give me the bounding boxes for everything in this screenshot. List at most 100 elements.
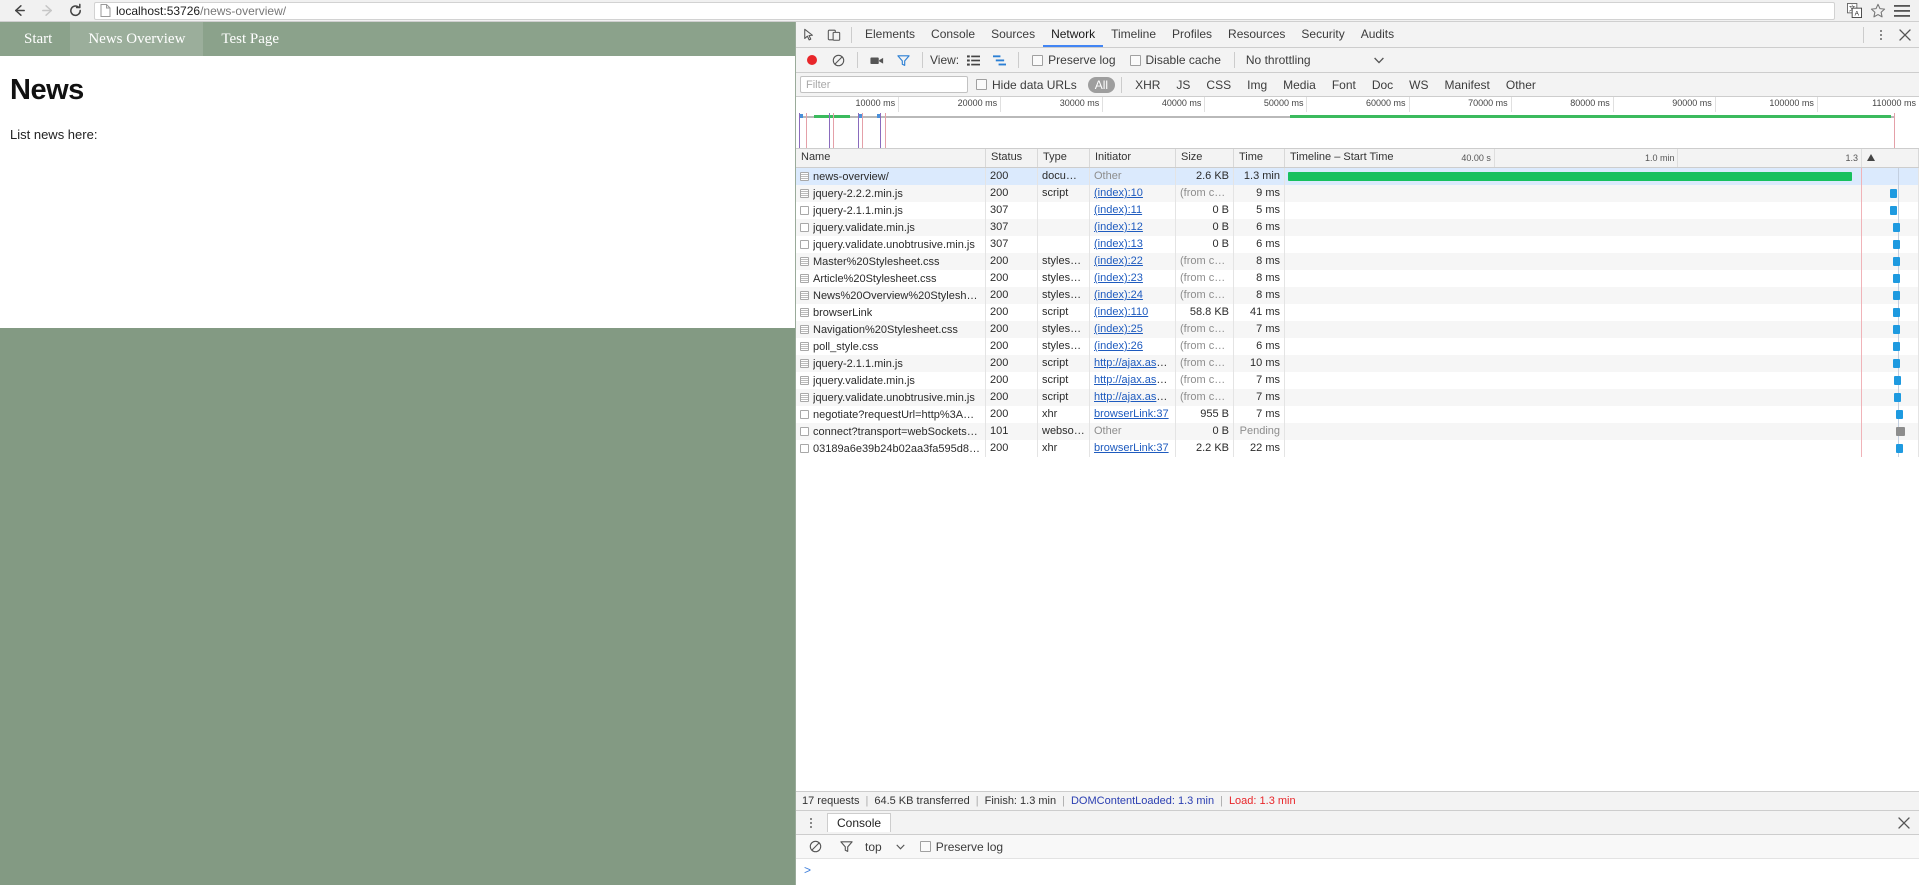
nav-tab-test-page[interactable]: Test Page xyxy=(203,22,297,56)
hide-data-urls-box[interactable] xyxy=(976,79,987,90)
resource-type-icon[interactable] xyxy=(800,359,809,368)
throttling-select-label[interactable]: No throttling xyxy=(1246,53,1311,67)
waterfall-bar[interactable] xyxy=(1893,325,1900,334)
resource-type-icon[interactable] xyxy=(800,393,809,402)
cell-name[interactable]: jquery.validate.min.js xyxy=(796,372,986,389)
waterfall-bar[interactable] xyxy=(1896,427,1905,436)
initiator-link[interactable]: (index):26 xyxy=(1094,340,1143,352)
initiator-link[interactable]: (index):24 xyxy=(1094,289,1143,301)
resource-type-icon[interactable] xyxy=(800,172,809,181)
filter-input[interactable] xyxy=(800,76,968,93)
tab-profiles[interactable]: Profiles xyxy=(1164,22,1220,47)
table-row[interactable]: Master%20Stylesheet.css200stylesheet(ind… xyxy=(796,253,1919,270)
star-icon[interactable] xyxy=(1867,1,1889,21)
resource-type-icon[interactable] xyxy=(800,274,809,283)
filter-chip-other[interactable]: Other xyxy=(1499,77,1543,93)
disable-cache-box[interactable] xyxy=(1130,55,1141,66)
table-row[interactable]: poll_style.css200stylesheet(index):26(fr… xyxy=(796,338,1919,355)
preserve-log-checkbox[interactable]: Preserve log xyxy=(1032,53,1115,67)
forward-button[interactable] xyxy=(34,1,60,21)
filter-funnel-icon[interactable] xyxy=(834,835,858,859)
table-row[interactable]: browserLink200script(index):11058.8 KB41… xyxy=(796,304,1919,321)
initiator-link[interactable]: (index):25 xyxy=(1094,323,1143,335)
table-row[interactable]: 03189a6e39b24b02aa3fa595d848…200xhrbrows… xyxy=(796,440,1919,457)
cell-name[interactable]: 03189a6e39b24b02aa3fa595d848… xyxy=(796,440,986,457)
waterfall-bar[interactable] xyxy=(1893,308,1901,317)
resource-type-icon[interactable] xyxy=(800,325,809,334)
filter-funnel-icon[interactable] xyxy=(891,48,915,72)
column-header-type[interactable]: Type xyxy=(1038,149,1090,167)
waterfall-bar[interactable] xyxy=(1893,274,1900,283)
waterfall-bar[interactable] xyxy=(1890,206,1898,215)
initiator-link[interactable]: (index):22 xyxy=(1094,255,1143,267)
tab-network[interactable]: Network xyxy=(1043,22,1103,47)
initiator-link[interactable]: (index):13 xyxy=(1094,238,1143,250)
resource-type-icon[interactable] xyxy=(800,308,809,317)
cell-name[interactable]: News%20Overview%20Stylesheet… xyxy=(796,287,986,304)
device-toolbar-icon[interactable] xyxy=(822,23,846,47)
cell-name[interactable]: jquery.validate.unobtrusive.min.js xyxy=(796,389,986,406)
cell-name[interactable]: jquery-2.1.1.min.js xyxy=(796,202,986,219)
request-checkbox[interactable] xyxy=(800,444,809,453)
column-header-name[interactable]: Name xyxy=(796,149,986,167)
table-row[interactable]: news-overview/200documentOther2.6 KB1.3 … xyxy=(796,168,1919,185)
table-row[interactable]: jquery-2.1.1.min.js200scripthttp://ajax.… xyxy=(796,355,1919,372)
table-row[interactable]: jquery.validate.min.js307(index):120 B6 … xyxy=(796,219,1919,236)
tab-resources[interactable]: Resources xyxy=(1220,22,1293,47)
initiator-link[interactable]: (index):10 xyxy=(1094,187,1143,199)
waterfall-bar[interactable] xyxy=(1893,257,1900,266)
cell-name[interactable]: negotiate?requestUrl=http%3A%2… xyxy=(796,406,986,423)
table-row[interactable]: jquery-2.2.2.min.js200script(index):10(f… xyxy=(796,185,1919,202)
tab-timeline[interactable]: Timeline xyxy=(1103,22,1164,47)
table-row[interactable]: jquery.validate.unobtrusive.min.js200scr… xyxy=(796,389,1919,406)
vertical-dots-icon[interactable] xyxy=(1869,23,1893,47)
initiator-link[interactable]: (index):23 xyxy=(1094,272,1143,284)
column-header-initiator[interactable]: Initiator xyxy=(1090,149,1176,167)
resource-type-icon[interactable] xyxy=(800,376,809,385)
request-checkbox[interactable] xyxy=(800,206,809,215)
tab-security[interactable]: Security xyxy=(1293,22,1352,47)
table-row[interactable]: Navigation%20Stylesheet.css200stylesheet… xyxy=(796,321,1919,338)
translate-icon[interactable]: 文A xyxy=(1843,1,1865,21)
nav-tab-start[interactable]: Start xyxy=(6,22,70,56)
waterfall-view-icon[interactable] xyxy=(987,48,1011,72)
cell-name[interactable]: jquery-2.1.1.min.js xyxy=(796,355,986,372)
console-context-label[interactable]: top xyxy=(865,840,882,854)
table-row[interactable]: jquery-2.1.1.min.js307(index):110 B5 ms xyxy=(796,202,1919,219)
table-row[interactable]: Article%20Stylesheet.css200stylesheet(in… xyxy=(796,270,1919,287)
filter-chip-xhr[interactable]: XHR xyxy=(1128,77,1167,93)
nav-tab-news-overview[interactable]: News Overview xyxy=(70,22,203,56)
waterfall-bar[interactable] xyxy=(1893,291,1900,300)
resource-type-icon[interactable] xyxy=(800,257,809,266)
table-row[interactable]: negotiate?requestUrl=http%3A%2…200xhrbro… xyxy=(796,406,1919,423)
table-row[interactable]: News%20Overview%20Stylesheet…200styleshe… xyxy=(796,287,1919,304)
chevron-down-icon[interactable] xyxy=(889,835,913,859)
filter-chip-ws[interactable]: WS xyxy=(1402,77,1435,93)
cell-name[interactable]: poll_style.css xyxy=(796,338,986,355)
initiator-link[interactable]: (index):12 xyxy=(1094,221,1143,233)
preserve-log-box[interactable] xyxy=(1032,55,1043,66)
network-overview-graph[interactable]: 10000 ms20000 ms30000 ms40000 ms50000 ms… xyxy=(796,97,1919,149)
resource-type-icon[interactable] xyxy=(800,342,809,351)
request-checkbox[interactable] xyxy=(800,427,809,436)
cell-name[interactable]: Master%20Stylesheet.css xyxy=(796,253,986,270)
vertical-dots-icon[interactable] xyxy=(799,811,823,835)
cell-name[interactable]: news-overview/ xyxy=(796,168,986,185)
cell-name[interactable]: jquery.validate.unobtrusive.min.js xyxy=(796,236,986,253)
capture-screenshots-icon[interactable] xyxy=(865,48,889,72)
request-checkbox[interactable] xyxy=(800,240,809,249)
filter-chip-font[interactable]: Font xyxy=(1325,77,1363,93)
initiator-link[interactable]: browserLink:37 xyxy=(1094,408,1169,420)
cell-name[interactable]: jquery-2.2.2.min.js xyxy=(796,185,986,202)
cell-name[interactable]: jquery.validate.min.js xyxy=(796,219,986,236)
filter-chip-doc[interactable]: Doc xyxy=(1365,77,1400,93)
column-header-status[interactable]: Status xyxy=(986,149,1038,167)
waterfall-bar[interactable] xyxy=(1894,376,1901,385)
request-checkbox[interactable] xyxy=(800,410,809,419)
console-preserve-log-box[interactable] xyxy=(920,841,931,852)
filter-chip-manifest[interactable]: Manifest xyxy=(1438,77,1497,93)
close-icon[interactable] xyxy=(1893,23,1917,47)
initiator-link[interactable]: http://ajax.aspne… xyxy=(1094,374,1176,386)
address-bar[interactable]: localhost:53726/news-overview/ xyxy=(94,2,1835,20)
waterfall-bar[interactable] xyxy=(1893,342,1900,351)
